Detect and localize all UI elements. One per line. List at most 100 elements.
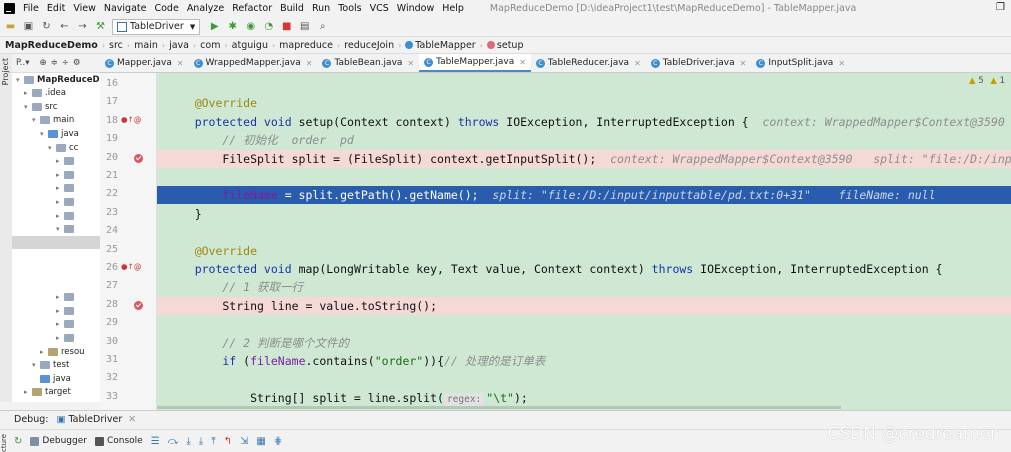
step-into-icon[interactable]: ⤓ bbox=[186, 436, 190, 447]
breakpoint-icon[interactable] bbox=[134, 300, 143, 310]
tree-node[interactable]: ▸ bbox=[12, 182, 77, 195]
breadcrumb-item[interactable]: java bbox=[168, 40, 190, 51]
code-line[interactable] bbox=[157, 223, 1011, 241]
close-icon[interactable]: ✕ bbox=[740, 59, 747, 68]
breadcrumb-item[interactable]: setup bbox=[486, 40, 525, 51]
step-out-icon[interactable]: ⤒ bbox=[211, 436, 215, 447]
breadcrumb-item[interactable]: main bbox=[133, 40, 159, 51]
code-line[interactable]: // 2 判断是哪个文件的 bbox=[157, 334, 1011, 352]
debugger-tab[interactable]: Debugger bbox=[30, 436, 87, 446]
close-icon[interactable]: ✕ bbox=[519, 58, 526, 67]
code-line[interactable] bbox=[157, 370, 1011, 388]
breakpoint-icon[interactable] bbox=[134, 153, 143, 163]
menu-edit[interactable]: Edit bbox=[43, 3, 69, 14]
code-line[interactable] bbox=[157, 76, 1011, 94]
evaluate-icon[interactable]: ▦ bbox=[256, 436, 265, 447]
tree-node[interactable]: ▸ target bbox=[12, 386, 71, 399]
threads-icon[interactable]: ☰ bbox=[151, 436, 160, 447]
editor-tab[interactable]: C Mapper.java ✕ bbox=[100, 54, 189, 72]
chevron-right-icon[interactable]: ▸ bbox=[56, 184, 64, 192]
breadcrumb-item[interactable]: com bbox=[199, 40, 221, 51]
gear-icon[interactable]: ⚙ bbox=[73, 58, 81, 68]
chevron-down-icon[interactable]: ▾ bbox=[32, 116, 40, 124]
code-line[interactable]: } bbox=[157, 205, 1011, 223]
run-to-cursor-icon[interactable]: ⇲ bbox=[240, 436, 248, 447]
tree-node[interactable]: ▸ bbox=[12, 155, 77, 168]
editor-tab[interactable]: C TableBean.java ✕ bbox=[317, 54, 419, 72]
code-line[interactable]: if (fileName.contains("order")){// 处理的是订… bbox=[157, 352, 1011, 370]
chevron-right-icon[interactable]: ▸ bbox=[56, 334, 64, 342]
code-line[interactable]: protected void setup(Context context) th… bbox=[157, 113, 1011, 131]
tree-node[interactable]: ▸ bbox=[12, 168, 77, 181]
editor-tab[interactable]: C InputSplit.java ✕ bbox=[751, 54, 850, 72]
chevron-down-icon[interactable]: ▾ bbox=[32, 361, 40, 369]
editor-tab[interactable]: C TableMapper.java ✕ bbox=[419, 54, 531, 72]
menu-view[interactable]: View bbox=[69, 3, 100, 14]
window-restore-icon[interactable]: ❐ bbox=[996, 2, 1005, 13]
force-step-into-icon[interactable]: ⤓ bbox=[199, 436, 203, 447]
code-line[interactable]: protected void map(LongWritable key, Tex… bbox=[157, 260, 1011, 278]
breadcrumb-item[interactable]: TableMapper bbox=[404, 40, 476, 51]
back-icon[interactable]: ← bbox=[57, 19, 72, 34]
code-editor[interactable]: @Override protected void setup(Context c… bbox=[157, 73, 1011, 410]
code-line[interactable] bbox=[157, 168, 1011, 186]
code-line[interactable]: String line = value.toString(); bbox=[157, 296, 1011, 315]
tree-node[interactable]: ▸ .idea bbox=[12, 87, 66, 100]
breadcrumb-item[interactable]: reduceJoin bbox=[343, 40, 395, 51]
coverage-icon[interactable]: ◉ bbox=[243, 19, 258, 34]
chevron-right-icon[interactable]: ▸ bbox=[56, 198, 64, 206]
menu-navigate[interactable]: Navigate bbox=[100, 3, 151, 14]
code-line[interactable]: FileSplit split = (FileSplit) context.ge… bbox=[157, 149, 1011, 168]
project-tool-button[interactable]: Project bbox=[1, 58, 10, 85]
chevron-down-icon[interactable]: ▾ bbox=[56, 225, 64, 233]
tree-node[interactable]: ▸ bbox=[12, 304, 77, 317]
menu-code[interactable]: Code bbox=[150, 3, 182, 14]
chevron-down-icon[interactable]: ▾ bbox=[40, 130, 48, 138]
horizontal-scrollbar[interactable] bbox=[157, 406, 841, 409]
execution-point-line[interactable]: fileName = split.getPath().getName(); sp… bbox=[157, 186, 1011, 205]
save-icon[interactable]: ▣ bbox=[21, 19, 36, 34]
chevron-down-icon[interactable]: ▾ bbox=[24, 103, 32, 111]
structure-tool-button[interactable]: cture bbox=[0, 432, 12, 452]
tree-node[interactable]: ▾ cc bbox=[12, 141, 78, 154]
tree-node[interactable]: ▸ bbox=[12, 209, 77, 222]
tree-node[interactable]: ▸ bbox=[12, 331, 77, 344]
menu-window[interactable]: Window bbox=[393, 3, 438, 14]
forward-icon[interactable]: → bbox=[75, 19, 90, 34]
menu-vcs[interactable]: VCS bbox=[366, 3, 393, 14]
tree-node[interactable]: ▸ bbox=[12, 318, 77, 331]
hammer-icon[interactable]: ⚒ bbox=[93, 19, 108, 34]
tree-node[interactable]: ▸ resou bbox=[12, 345, 85, 358]
editor-tab[interactable]: C WrappedMapper.java ✕ bbox=[189, 54, 318, 72]
chevron-right-icon[interactable]: ▸ bbox=[40, 348, 48, 356]
code-line[interactable]: @Override bbox=[157, 94, 1011, 112]
editor-tab[interactable]: C TableDriver.java ✕ bbox=[646, 54, 752, 72]
chevron-right-icon[interactable]: ▸ bbox=[24, 388, 32, 396]
chevron-right-icon[interactable]: ▸ bbox=[56, 157, 64, 165]
menu-help[interactable]: Help bbox=[438, 3, 468, 14]
chevron-right-icon[interactable]: ▸ bbox=[56, 320, 64, 328]
refresh-icon[interactable]: ↻ bbox=[39, 19, 54, 34]
chevron-right-icon[interactable]: ▸ bbox=[56, 293, 64, 301]
close-icon[interactable]: ✕ bbox=[634, 59, 641, 68]
tree-node[interactable]: ▾ java bbox=[12, 127, 79, 140]
code-line[interactable]: String[] split = line.split(regex: "\t"); bbox=[157, 389, 1011, 407]
breadcrumb-item[interactable]: mapreduce bbox=[278, 40, 334, 51]
run-configuration-selector[interactable]: TableDriver ▼ bbox=[112, 18, 201, 35]
collapse-icon[interactable]: ≑ bbox=[51, 58, 58, 68]
close-icon[interactable]: ✕ bbox=[407, 59, 414, 68]
code-line[interactable] bbox=[157, 315, 1011, 333]
tree-node[interactable] bbox=[12, 236, 100, 250]
drop-frame-icon[interactable]: ↰ bbox=[224, 436, 232, 447]
code-line[interactable]: @Override bbox=[157, 242, 1011, 260]
breadcrumb-item[interactable]: atguigu bbox=[231, 40, 269, 51]
trace-icon[interactable]: ⋕ bbox=[274, 436, 282, 447]
menu-analyze[interactable]: Analyze bbox=[183, 3, 228, 14]
menu-file[interactable]: File bbox=[19, 3, 43, 14]
chevron-right-icon[interactable]: ▸ bbox=[24, 89, 32, 97]
menu-build[interactable]: Build bbox=[276, 3, 308, 14]
tree-node[interactable]: ▸ bbox=[12, 291, 77, 304]
chevron-down-icon[interactable]: ▾ bbox=[16, 76, 24, 84]
tree-node[interactable] bbox=[12, 263, 64, 276]
stop-icon[interactable]: ■ bbox=[279, 19, 294, 34]
